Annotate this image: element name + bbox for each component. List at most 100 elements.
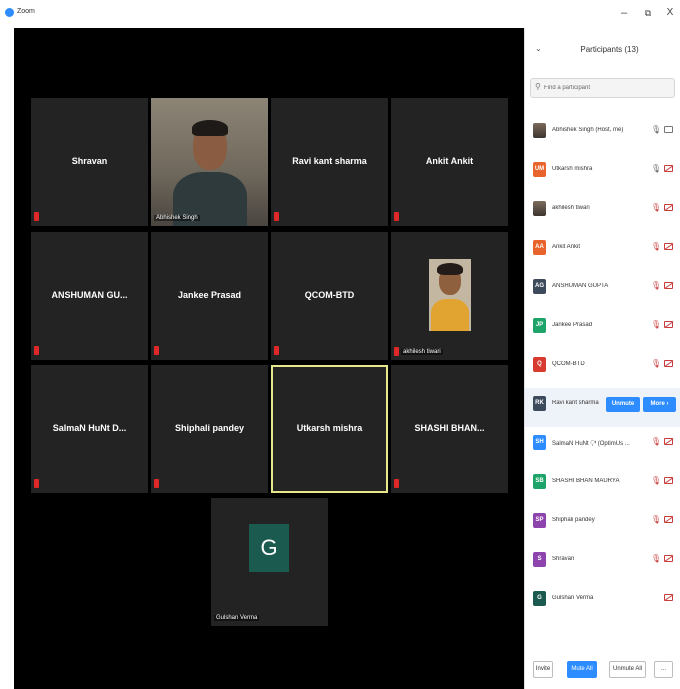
minimize-button[interactable]: – — [617, 7, 631, 19]
camera-off-icon[interactable] — [664, 321, 673, 328]
camera-off-icon[interactable] — [664, 555, 673, 562]
avatar: G — [533, 591, 546, 606]
participant-name: akhilesh tiwari — [552, 205, 590, 211]
video-tile[interactable]: Ankit Ankit — [391, 98, 508, 226]
invite-button[interactable]: Invite — [533, 661, 553, 678]
video-tile[interactable]: Ravi kant sharma — [271, 98, 388, 226]
list-item-hovered[interactable]: RK Ravi kant sharma Unmute More › — [525, 388, 680, 427]
video-tile[interactable]: akhilesh tiwari — [391, 232, 508, 360]
muted-mic-icon — [394, 212, 399, 221]
camera-off-icon[interactable] — [664, 204, 673, 211]
list-item[interactable]: akhilesh tiwari 🎙 — [525, 193, 680, 232]
microphone-muted-icon[interactable]: 🎙 — [651, 437, 661, 446]
list-item[interactable]: S Shravan 🎙 — [525, 544, 680, 583]
video-tile[interactable]: Jankee Prasad — [151, 232, 268, 360]
participant-label: akhilesh tiwari — [401, 349, 443, 355]
list-item[interactable]: SP Shiphali pandey 🎙 — [525, 505, 680, 544]
video-tile[interactable]: SHASHI BHAN... — [391, 365, 508, 493]
active-speaker-tile[interactable]: Utkarsh mishra — [271, 365, 388, 493]
participant-name: Shiphali pandey — [552, 517, 595, 523]
participant-name: SalmaN HuNt 🖓 (OptimUs ... — [552, 441, 630, 447]
avatar: G — [249, 524, 289, 572]
microphone-muted-icon[interactable]: 🎙 — [651, 476, 661, 485]
participant-list: Abhishek Singh (Host, me) 🎙 UM Utkarsh m… — [525, 115, 680, 622]
search-icon: ⚲ — [535, 82, 541, 91]
video-tile[interactable]: Shiphali pandey — [151, 365, 268, 493]
participant-name: Shravan — [552, 556, 575, 562]
microphone-muted-icon[interactable]: 🎙 — [651, 281, 661, 290]
camera-off-icon[interactable] — [664, 594, 673, 601]
participant-name: Shravan — [71, 156, 108, 166]
avatar: SP — [533, 513, 546, 528]
list-item[interactable]: SB SHASHI BHAN MAURYA 🎙 — [525, 466, 680, 505]
microphone-muted-icon[interactable]: 🎙 — [651, 203, 661, 212]
avatar: UM — [533, 162, 546, 177]
camera-off-icon[interactable] — [664, 282, 673, 289]
muted-mic-icon — [394, 479, 399, 488]
microphone-muted-icon[interactable]: 🎙 — [651, 515, 661, 524]
search-input[interactable] — [544, 81, 670, 95]
microphone-muted-icon[interactable]: 🎙 — [651, 242, 661, 251]
participant-name: Jankee Prasad — [552, 322, 593, 328]
participant-name: Shiphali pandey — [174, 423, 244, 433]
participant-name: Abhishek Singh (Host, me) — [552, 127, 624, 133]
camera-off-icon[interactable] — [664, 360, 673, 367]
avatar: JP — [533, 318, 546, 333]
panel-footer: Invite Mute All Unmute All ... — [525, 656, 680, 686]
video-tile[interactable]: Shravan — [31, 98, 148, 226]
participant-name: SalmaN HuNt D... — [52, 423, 127, 433]
unmute-all-button[interactable]: Unmute All — [609, 661, 646, 678]
participant-name: Ankit Ankit — [425, 156, 474, 166]
participant-label: Gulshan Verma — [214, 615, 260, 621]
close-button[interactable]: X — [663, 7, 677, 19]
title-bar: Zoom – ⧉ X — [0, 0, 680, 28]
video-tile[interactable]: ANSHUMAN GU... — [31, 232, 148, 360]
camera-off-icon[interactable] — [664, 165, 673, 172]
avatar: AG — [533, 279, 546, 294]
avatar: AA — [533, 240, 546, 255]
participant-name: ANSHUMAN GU... — [51, 290, 128, 300]
participant-name: Ankit Ankit — [552, 244, 581, 250]
muted-mic-icon — [34, 212, 39, 221]
muted-mic-icon — [154, 346, 159, 355]
list-item[interactable]: UM Utkarsh mishra 🎙 — [525, 154, 680, 193]
microphone-icon[interactable]: 🎙 — [651, 125, 661, 134]
more-button[interactable]: More › — [643, 397, 676, 412]
participant-name: Ravi kant sharma — [292, 156, 367, 166]
list-item[interactable]: SH SalmaN HuNt 🖓 (OptimUs ... 🎙 — [525, 427, 680, 466]
camera-icon[interactable] — [664, 126, 673, 133]
microphone-muted-icon[interactable]: 🎙 — [651, 554, 661, 563]
camera-off-icon[interactable] — [664, 477, 673, 484]
participant-name: Gulshan Verma — [552, 595, 594, 601]
avatar: S — [533, 552, 546, 567]
camera-off-icon[interactable] — [664, 516, 673, 523]
muted-mic-icon — [154, 479, 159, 488]
zoom-logo-icon — [5, 8, 14, 17]
list-item[interactable]: AG ANSHUMAN GUPTA 🎙 — [525, 271, 680, 310]
list-item[interactable]: G Gulshan Verma — [525, 583, 680, 622]
microphone-icon[interactable]: 🎙 — [651, 164, 661, 173]
muted-mic-icon — [274, 346, 279, 355]
microphone-muted-icon[interactable]: 🎙 — [651, 320, 661, 329]
muted-mic-icon — [34, 346, 39, 355]
camera-off-icon[interactable] — [664, 438, 673, 445]
participant-name: Jankee Prasad — [177, 290, 242, 300]
mute-all-button[interactable]: Mute All — [567, 661, 597, 678]
list-item[interactable]: AA Ankit Ankit 🎙 — [525, 232, 680, 271]
more-options-button[interactable]: ... — [654, 661, 673, 678]
microphone-muted-icon[interactable]: 🎙 — [651, 359, 661, 368]
maximize-button[interactable]: ⧉ — [641, 7, 655, 19]
video-tile[interactable]: QCOM-BTD — [271, 232, 388, 360]
video-tile-with-camera[interactable]: Abhishek Singh — [151, 98, 268, 226]
camera-off-icon[interactable] — [664, 243, 673, 250]
video-tile[interactable]: G Gulshan Verma — [211, 498, 328, 626]
list-item[interactable]: Q QCOM-BTD 🎙 — [525, 349, 680, 388]
list-item[interactable]: Abhishek Singh (Host, me) 🎙 — [525, 115, 680, 154]
video-tile[interactable]: SalmaN HuNt D... — [31, 365, 148, 493]
profile-photo — [429, 259, 471, 331]
list-item[interactable]: JP Jankee Prasad 🎙 — [525, 310, 680, 349]
unmute-button[interactable]: Unmute — [606, 397, 640, 412]
participant-name: SHASHI BHAN... — [414, 423, 485, 433]
participant-name: Ravi kant sharma — [552, 400, 599, 406]
window-title: Zoom — [17, 8, 35, 15]
